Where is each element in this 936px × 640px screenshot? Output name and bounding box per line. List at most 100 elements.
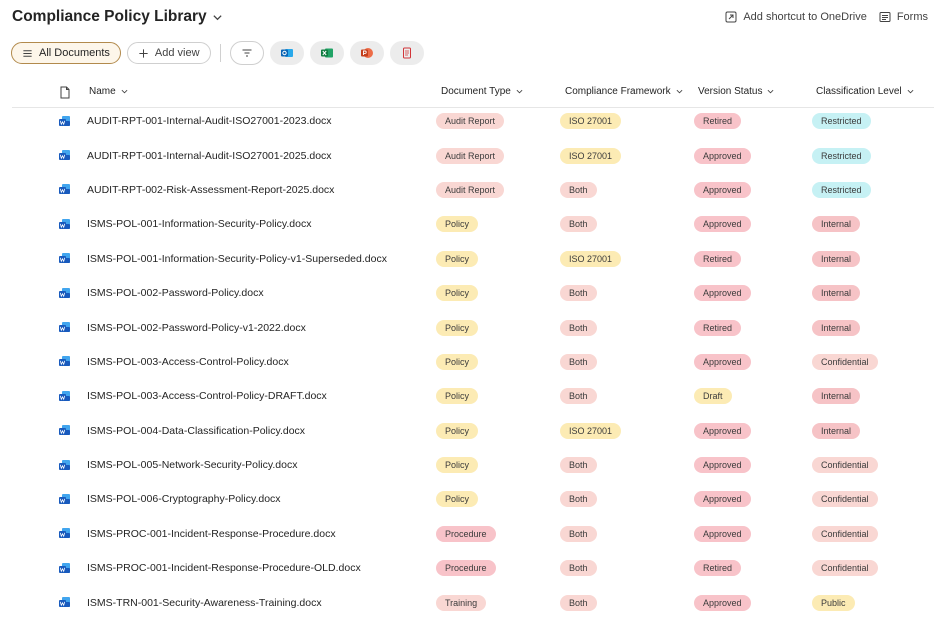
classification-level-badge[interactable]: Public — [812, 594, 855, 611]
document-type-badge[interactable]: Policy — [436, 319, 479, 336]
table-row[interactable]: ISMS-POL-004-Data-Classification-Policy.… — [12, 414, 934, 448]
classification-level-badge[interactable]: Restricted — [812, 113, 871, 130]
add-shortcut-button[interactable]: Add shortcut to OneDrive — [725, 11, 867, 23]
name-column-header[interactable]: Name — [89, 86, 128, 97]
classification-level-badge[interactable]: Confidential — [812, 525, 878, 542]
version-status-badge[interactable]: Approved — [694, 147, 751, 164]
compliance-framework-badge[interactable]: Both — [560, 216, 597, 233]
document-type-badge[interactable]: Procedure — [436, 560, 496, 577]
compliance-framework-badge[interactable]: Both — [560, 181, 597, 198]
compliance-framework-badge[interactable]: Both — [560, 353, 597, 370]
table-row[interactable]: ISMS-POL-002-Password-Policy.docx Policy… — [12, 276, 934, 310]
classification-level-badge[interactable]: Internal — [812, 388, 861, 405]
version-status-badge[interactable]: Approved — [694, 594, 751, 611]
compliance-framework-badge[interactable]: Both — [560, 285, 597, 302]
document-type-badge[interactable]: Policy — [436, 491, 479, 508]
table-row[interactable]: ISMS-POL-003-Access-Control-Policy.docx … — [12, 345, 934, 379]
version-status-badge[interactable]: Approved — [694, 353, 751, 370]
compliance-framework-badge[interactable]: Both — [560, 525, 597, 542]
file-name-link[interactable]: ISMS-PROC-001-Incident-Response-Procedur… — [87, 562, 361, 574]
file-name-link[interactable]: AUDIT-RPT-002-Risk-Assessment-Report-202… — [87, 184, 334, 196]
version-status-badge[interactable]: Approved — [694, 422, 751, 439]
classification-level-badge[interactable]: Internal — [812, 422, 861, 439]
document-type-badge[interactable]: Audit Report — [436, 181, 505, 198]
document-type-badge[interactable]: Policy — [436, 457, 479, 474]
classification-level-badge[interactable]: Confidential — [812, 457, 878, 474]
compliance-framework-badge[interactable]: Both — [560, 594, 597, 611]
file-name-link[interactable]: ISMS-POL-002-Password-Policy-v1-2022.doc… — [87, 322, 306, 334]
table-row[interactable]: ISMS-POL-002-Password-Policy-v1-2022.doc… — [12, 310, 934, 344]
version-status-badge[interactable]: Approved — [694, 216, 751, 233]
classification-level-badge[interactable]: Restricted — [812, 181, 871, 198]
powerpoint-button[interactable] — [349, 41, 384, 65]
table-row[interactable]: AUDIT-RPT-001-Internal-Audit-ISO27001-20… — [12, 104, 934, 138]
document-type-badge[interactable]: Policy — [436, 422, 479, 439]
forms-app-button[interactable] — [389, 41, 424, 65]
table-row[interactable]: ISMS-TRN-001-Security-Awareness-Training… — [12, 585, 934, 619]
version-status-badge[interactable]: Retired — [694, 560, 742, 577]
table-row[interactable]: AUDIT-RPT-002-Risk-Assessment-Report-202… — [12, 173, 934, 207]
compliance-framework-badge[interactable]: Both — [560, 491, 597, 508]
classification-level-column-header[interactable]: Classification Level — [816, 86, 914, 97]
version-status-badge[interactable]: Retired — [694, 319, 742, 336]
library-title-menu[interactable]: Compliance Policy Library — [12, 8, 223, 26]
version-status-badge[interactable]: Approved — [694, 181, 751, 198]
classification-level-badge[interactable]: Internal — [812, 250, 861, 267]
version-status-badge[interactable]: Retired — [694, 113, 742, 130]
file-name-link[interactable]: ISMS-POL-003-Access-Control-Policy.docx — [87, 356, 289, 368]
classification-level-badge[interactable]: Internal — [812, 216, 861, 233]
compliance-framework-badge[interactable]: ISO 27001 — [560, 422, 622, 439]
compliance-framework-badge[interactable]: Both — [560, 457, 597, 474]
version-status-badge[interactable]: Approved — [694, 285, 751, 302]
file-name-link[interactable]: AUDIT-RPT-001-Internal-Audit-ISO27001-20… — [87, 150, 332, 162]
document-type-badge[interactable]: Policy — [436, 250, 479, 267]
version-status-badge[interactable]: Approved — [694, 491, 751, 508]
table-row[interactable]: ISMS-PROC-001-Incident-Response-Procedur… — [12, 517, 934, 551]
table-row[interactable]: ISMS-POL-005-Network-Security-Policy.doc… — [12, 448, 934, 482]
file-name-link[interactable]: ISMS-POL-001-Information-Security-Policy… — [87, 218, 311, 230]
file-name-link[interactable]: ISMS-TRN-001-Security-Awareness-Training… — [87, 597, 322, 609]
version-status-badge[interactable]: Approved — [694, 525, 751, 542]
file-type-header[interactable] — [59, 86, 71, 99]
compliance-framework-badge[interactable]: Both — [560, 388, 597, 405]
classification-level-badge[interactable]: Confidential — [812, 353, 878, 370]
file-name-link[interactable]: ISMS-POL-005-Network-Security-Policy.doc… — [87, 459, 297, 471]
document-type-badge[interactable]: Procedure — [436, 525, 496, 542]
document-type-badge[interactable]: Training — [436, 594, 487, 611]
compliance-framework-badge[interactable]: ISO 27001 — [560, 113, 622, 130]
document-type-badge[interactable]: Policy — [436, 353, 479, 370]
version-status-column-header[interactable]: Version Status — [698, 86, 774, 97]
document-type-column-header[interactable]: Document Type — [441, 86, 523, 97]
table-row[interactable]: ISMS-POL-006-Cryptography-Policy.docx Po… — [12, 482, 934, 516]
compliance-framework-badge[interactable]: Both — [560, 560, 597, 577]
file-name-link[interactable]: AUDIT-RPT-001-Internal-Audit-ISO27001-20… — [87, 115, 332, 127]
document-type-badge[interactable]: Audit Report — [436, 113, 505, 130]
compliance-framework-badge[interactable]: Both — [560, 319, 597, 336]
file-name-link[interactable]: ISMS-PROC-001-Incident-Response-Procedur… — [87, 528, 336, 540]
document-type-badge[interactable]: Policy — [436, 216, 479, 233]
filter-button[interactable] — [229, 41, 264, 65]
compliance-framework-badge[interactable]: ISO 27001 — [560, 147, 622, 164]
table-row[interactable]: ISMS-POL-003-Access-Control-Policy-DRAFT… — [12, 379, 934, 413]
document-type-badge[interactable]: Policy — [436, 388, 479, 405]
classification-level-badge[interactable]: Restricted — [812, 147, 871, 164]
compliance-framework-column-header[interactable]: Compliance Framework — [565, 86, 683, 97]
file-name-link[interactable]: ISMS-POL-002-Password-Policy.docx — [87, 287, 264, 299]
classification-level-badge[interactable]: Internal — [812, 285, 861, 302]
forms-button[interactable]: Forms — [879, 11, 928, 23]
classification-level-badge[interactable]: Confidential — [812, 560, 878, 577]
excel-button[interactable] — [309, 41, 344, 65]
table-row[interactable]: ISMS-POL-001-Information-Security-Policy… — [12, 207, 934, 241]
table-row[interactable]: ISMS-PROC-001-Incident-Response-Procedur… — [12, 551, 934, 585]
compliance-framework-badge[interactable]: ISO 27001 — [560, 250, 622, 267]
file-name-link[interactable]: ISMS-POL-001-Information-Security-Policy… — [87, 253, 387, 265]
version-status-badge[interactable]: Draft — [694, 388, 732, 405]
version-status-badge[interactable]: Approved — [694, 457, 751, 474]
file-name-link[interactable]: ISMS-POL-003-Access-Control-Policy-DRAFT… — [87, 390, 327, 402]
table-row[interactable]: AUDIT-RPT-001-Internal-Audit-ISO27001-20… — [12, 138, 934, 172]
classification-level-badge[interactable]: Internal — [812, 319, 861, 336]
document-type-badge[interactable]: Audit Report — [436, 147, 505, 164]
file-name-link[interactable]: ISMS-POL-006-Cryptography-Policy.docx — [87, 493, 281, 505]
document-type-badge[interactable]: Policy — [436, 285, 479, 302]
outlook-button[interactable] — [269, 41, 304, 65]
